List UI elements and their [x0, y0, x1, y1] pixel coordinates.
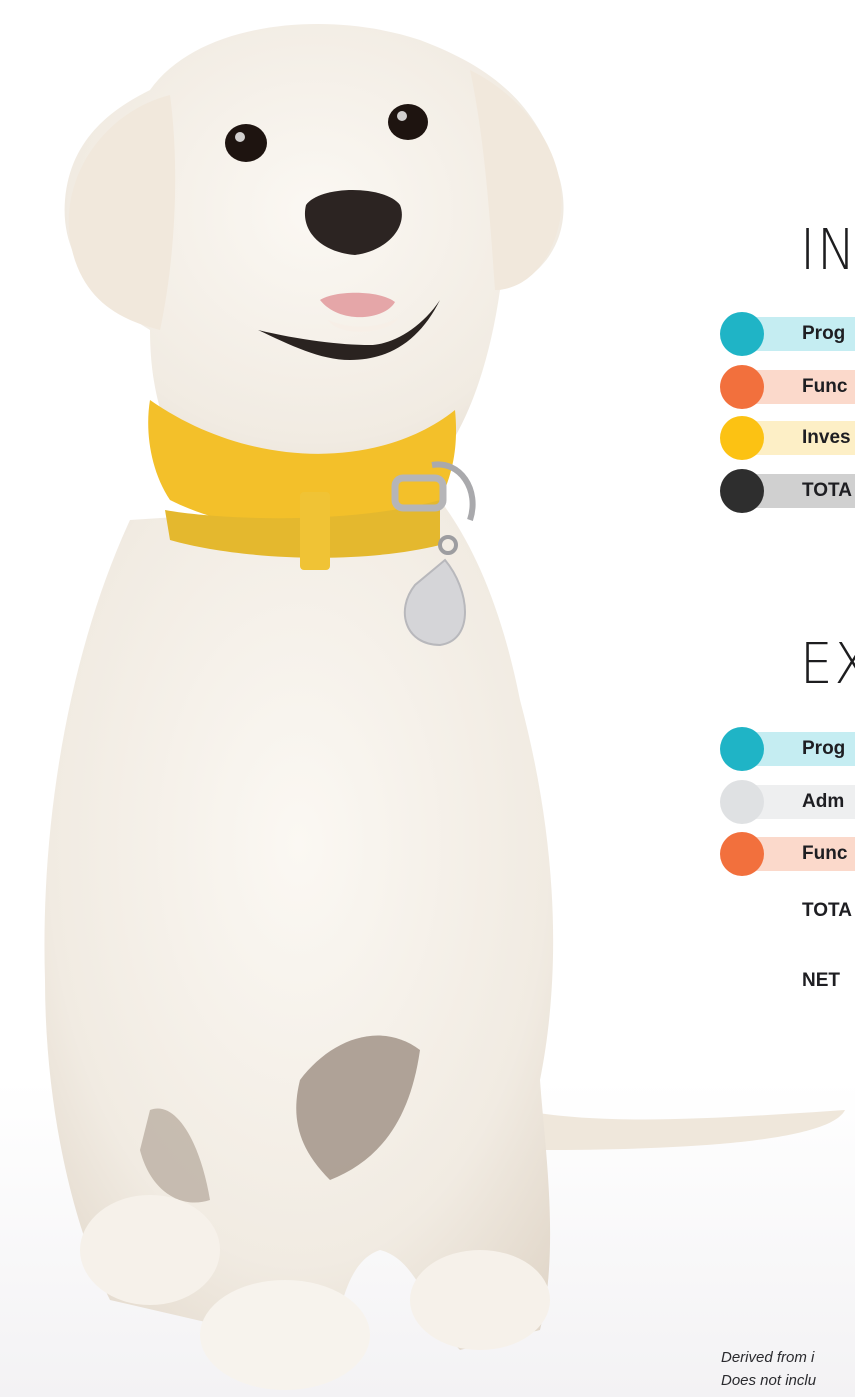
legend-dot-icon [720, 832, 764, 876]
legend-dot-icon [720, 469, 764, 513]
expenses-row-fundraising: Func [720, 832, 855, 876]
income-row-total: TOTA [720, 469, 855, 513]
legend-dot-icon [720, 365, 764, 409]
expenses-row-administration: Adm [720, 780, 855, 824]
legend-dot-icon [720, 727, 764, 771]
legend-dot-icon [720, 312, 764, 356]
legend-label: Func [802, 376, 848, 397]
legend-label: Inves [802, 427, 851, 448]
legend-label: TOTA [802, 480, 852, 501]
expenses-row-program: Prog [720, 727, 855, 771]
legend-dot-icon [720, 416, 764, 460]
income-row-program: Prog [720, 312, 855, 356]
income-row-fundraising: Func [720, 365, 855, 409]
net-label: NET [802, 970, 840, 991]
expenses-total-label: TOTA [802, 900, 852, 921]
annual-report-page: IN Prog Func Inves TOTA EX Prog Adm Func… [0, 0, 855, 1397]
expenses-title: EX [800, 632, 855, 697]
legend-label: Prog [802, 738, 846, 759]
income-row-investment: Inves [720, 416, 855, 460]
legend-label: Adm [802, 791, 845, 812]
legend-label: Prog [802, 323, 846, 344]
legend-label: Func [802, 843, 848, 864]
income-title: IN [800, 218, 855, 283]
footnote-line-1: Derived from i [721, 1349, 815, 1366]
legend-dot-icon [720, 780, 764, 824]
puppy-photo [0, 24, 855, 1397]
footnote-line-2: Does not inclu [721, 1372, 817, 1389]
